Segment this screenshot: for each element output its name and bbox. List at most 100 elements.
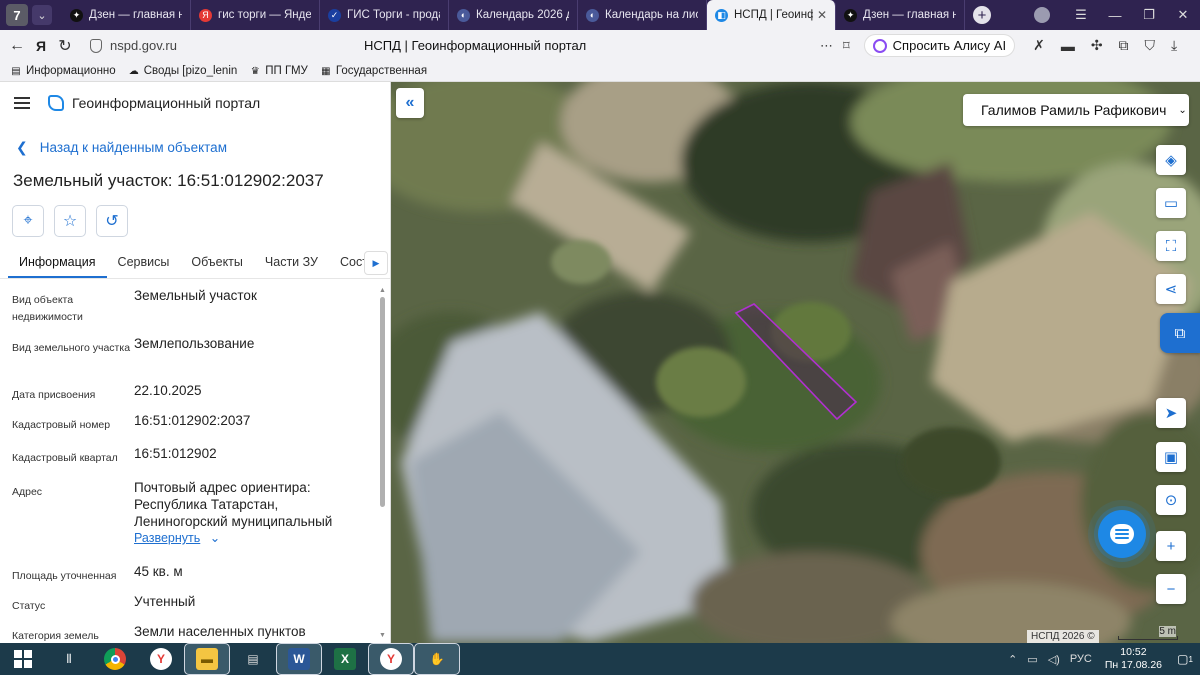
property-label: Вид земельного участка xyxy=(12,342,131,354)
zoom-in-button[interactable]: + xyxy=(1156,531,1186,561)
extension-screenshot-icon[interactable]: ⧉ xyxy=(1119,37,1129,54)
property-row: Дата присвоения 22.10.2025 xyxy=(12,382,390,412)
more-icon[interactable]: ⋯ xyxy=(820,38,833,54)
share-icon[interactable]: ⋖ xyxy=(1156,274,1186,304)
taskbar-scanner[interactable]: ▤ xyxy=(230,643,276,675)
language-indicator[interactable]: РУС xyxy=(1070,653,1092,665)
doc-icon: ▤ xyxy=(11,65,21,77)
info-tab[interactable]: Объекты xyxy=(180,255,254,278)
browser-tab[interactable]: ✦ Дзен — главная нов xyxy=(62,0,191,30)
browser-logo-icon[interactable]: 7 xyxy=(6,4,28,26)
info-tab[interactable]: Части ЗУ xyxy=(254,255,329,278)
task-view-button[interactable]: ⫴ xyxy=(46,643,92,675)
extension-x-icon[interactable]: ✗ xyxy=(1033,37,1045,54)
panel-header: Геоинформационный портал xyxy=(0,82,390,124)
property-value-text: 45 кв. м xyxy=(134,564,183,579)
clock[interactable]: 10:52 Пн 17.08.26 xyxy=(1105,646,1162,672)
bookmark-item[interactable]: ▤ Информационно xyxy=(10,65,115,77)
ask-alice-button[interactable]: Спросить Алису AI xyxy=(863,34,1016,57)
info-tab[interactable]: Информация xyxy=(8,255,107,278)
flag-icon: ▦ xyxy=(321,65,331,77)
volume-icon[interactable]: ◁) xyxy=(1048,653,1060,666)
tabs-scroll-right-button[interactable]: ▶ xyxy=(364,251,388,275)
restore-button[interactable]: ❐ xyxy=(1132,7,1166,23)
address-bar: ← Я ↻ nspd.gov.ru НСПД | Геоинформационн… xyxy=(0,30,1200,61)
downloads-icon[interactable]: ⤓ xyxy=(1171,37,1177,54)
browser-tab[interactable]: ✓ ГИС Торги - продаж xyxy=(320,0,449,30)
expand-address-link[interactable]: Развернуть ⌄ xyxy=(134,530,369,547)
browser-tab[interactable]: Ягис торги — Яндекс xyxy=(191,0,320,30)
browser-tab[interactable]: ◐ Календарь на листе xyxy=(578,0,707,30)
url-text[interactable]: nspd.gov.ru xyxy=(110,38,350,53)
back-arrow-icon[interactable]: ← xyxy=(4,37,30,55)
chat-assistant-button[interactable] xyxy=(1098,510,1146,558)
hamburger-menu-icon[interactable] xyxy=(14,97,30,109)
taskbar-chrome[interactable] xyxy=(92,643,138,675)
search-location-icon[interactable]: ⊙ xyxy=(1156,485,1186,515)
notifications-button[interactable]: ▢ 1 xyxy=(1170,643,1200,675)
taskbar-explorer[interactable]: ▬ xyxy=(184,643,230,675)
browser-tab[interactable]: ◐ Календарь 2026 для xyxy=(449,0,578,30)
info-tab[interactable]: Сервисы xyxy=(107,255,181,278)
bookmark-icon[interactable]: ⌑ xyxy=(843,38,850,54)
property-label: Категория земель xyxy=(12,630,99,642)
task-view-icon: ⫴ xyxy=(66,651,72,666)
ask-alice-label: Спросить Алису AI xyxy=(892,38,1007,53)
favorite-star-button[interactable]: ☆ xyxy=(54,205,86,237)
bookmark-item[interactable]: ♛ ПП ГМУ xyxy=(249,65,308,77)
extension-shield-icon[interactable]: ⛉ xyxy=(1145,37,1156,54)
panel-scrollbar[interactable]: ▲ ▼ xyxy=(379,287,386,639)
scroll-up-arrow-icon[interactable]: ▲ xyxy=(379,287,386,294)
geolocation-icon[interactable]: ➤ xyxy=(1156,398,1186,428)
browser-tab[interactable]: ✦ Дзен — главная нов xyxy=(836,0,965,30)
scanner-icon: ▤ xyxy=(247,652,259,666)
zoom-out-button[interactable]: − xyxy=(1156,574,1186,604)
layers-icon[interactable]: ◈ xyxy=(1156,145,1186,175)
bookmark-item[interactable]: ☁ Своды [pizo_lenin xyxy=(128,65,238,77)
property-row: Кадастровый номер 16:51:012902:2037 xyxy=(12,412,390,445)
scrollbar-thumb[interactable] xyxy=(380,297,385,507)
satellite-map[interactable]: « Галимов Рамиль Рафикович ⌄ ◈ ▭ ⛶ ⋖ ⧉ ➤… xyxy=(391,82,1200,643)
taskbar-app[interactable]: ✋ xyxy=(414,643,460,675)
user-menu-button[interactable]: Галимов Рамиль Рафикович ⌄ xyxy=(963,94,1189,126)
close-tab-icon[interactable]: ✕ xyxy=(813,8,827,22)
object-actions: ⌖ ☆ ↺ xyxy=(0,205,390,237)
bookmark-label: ПП ГМУ xyxy=(265,65,308,77)
basemap-icon[interactable]: ▣ xyxy=(1156,442,1186,472)
bookmarks-bar: ▤ Информационно ☁ Своды [pizo_lenin ♛ ПП ГМУ ▦… xyxy=(0,61,1200,82)
extension-puzzle-icon[interactable]: ✣ xyxy=(1091,37,1103,54)
cadastre-mode-icon[interactable]: ⧉ xyxy=(1160,313,1200,353)
network-icon[interactable]: ▭ xyxy=(1027,653,1037,666)
start-button[interactable] xyxy=(0,643,46,675)
property-label: Дата присвоения xyxy=(12,389,96,401)
taskbar-word[interactable]: W xyxy=(276,643,322,675)
minimize-button[interactable]: — xyxy=(1098,8,1132,23)
url-field[interactable]: nspd.gov.ru НСПД | Геоинформационный пор… xyxy=(90,38,820,53)
notification-count: 1 xyxy=(1188,654,1193,664)
tab-list-icon[interactable]: ☰ xyxy=(1064,7,1098,23)
tray-chevron-icon[interactable]: ⌃ xyxy=(1008,653,1017,666)
extension-hat-icon[interactable]: ▬ xyxy=(1061,38,1075,54)
locate-on-map-button[interactable]: ⌖ xyxy=(12,205,44,237)
property-value-text: Учтенный xyxy=(134,594,196,609)
taskbar-yandex[interactable]: Y xyxy=(138,643,184,675)
taskbar-excel[interactable]: X xyxy=(322,643,368,675)
back-to-results-link[interactable]: ❮ Назад к найденным объектам xyxy=(0,139,390,156)
browser-menu-chevron-icon[interactable]: ⌄ xyxy=(32,5,52,25)
close-window-button[interactable]: ✕ xyxy=(1166,7,1200,23)
new-tab-button[interactable]: + xyxy=(973,6,991,24)
browser-tab-bar: 7 ⌄ ✦ Дзен — главная нов Ягис торги — Янде… xyxy=(0,0,1200,30)
profile-avatar[interactable] xyxy=(1034,7,1050,23)
property-value-text: 16:51:012902:2037 xyxy=(134,413,251,428)
bookmark-item[interactable]: ▦ Государственная xyxy=(320,65,427,77)
collapse-panel-button[interactable]: « xyxy=(396,88,424,118)
history-button[interactable]: ↺ xyxy=(96,205,128,237)
browser-tab[interactable]: ◧ НСПД | Геоинфор✕ xyxy=(707,0,836,30)
reload-icon[interactable]: ↻ xyxy=(52,36,78,56)
taskbar-yandex-active[interactable]: Y xyxy=(368,643,414,675)
cloud-icon: ☁ xyxy=(128,65,139,77)
ruler-icon[interactable]: ▭ xyxy=(1156,188,1186,218)
scroll-down-arrow-icon[interactable]: ▼ xyxy=(379,632,386,639)
select-area-icon[interactable]: ⛶ xyxy=(1156,231,1186,261)
yandex-icon[interactable]: Я xyxy=(30,38,52,54)
